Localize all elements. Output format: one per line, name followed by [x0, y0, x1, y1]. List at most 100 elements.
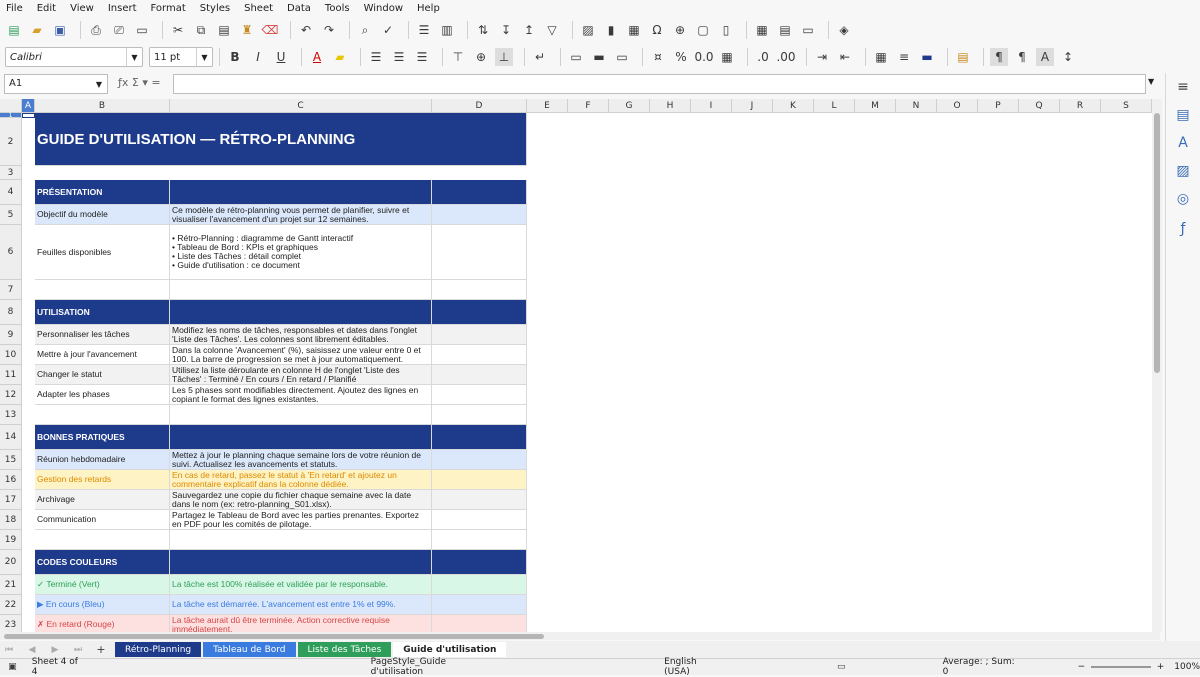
row-header-15[interactable]: 15 [0, 450, 22, 470]
col-header-p[interactable]: P [978, 99, 1019, 113]
col-header-h[interactable]: H [650, 99, 691, 113]
font-name-box[interactable]: Calibri ▼ [5, 47, 143, 67]
selection-mode-icon[interactable]: ▭ [833, 658, 850, 676]
sort-icon[interactable]: ⇅ [474, 21, 492, 39]
border-color-icon[interactable]: ▬ [918, 48, 936, 66]
conditional-format-icon[interactable]: ▤ [954, 48, 972, 66]
row-header-9[interactable]: 9 [0, 325, 22, 345]
section-header-fill[interactable] [432, 550, 527, 575]
align-left-icon[interactable]: ☰ [367, 48, 385, 66]
menu-view[interactable]: View [70, 3, 94, 14]
zoom-in-button[interactable]: + [1157, 662, 1165, 672]
cell-d18[interactable] [432, 510, 527, 530]
spelling-icon[interactable]: ✓ [379, 21, 397, 39]
cell-d17[interactable] [432, 490, 527, 510]
paste-icon[interactable]: ▤ [215, 21, 233, 39]
menu-help[interactable]: Help [417, 3, 440, 14]
hyperlink-icon[interactable]: ⊕ [671, 21, 689, 39]
function-wizard-icon[interactable]: ƒx Σ ▾ = [118, 76, 161, 89]
bold-icon[interactable]: B [226, 48, 244, 66]
font-color-icon[interactable]: A [308, 48, 326, 66]
cell-b16[interactable]: Gestion des retards [35, 470, 170, 490]
cut-icon[interactable]: ✂ [169, 21, 187, 39]
cell-b22[interactable]: ▶ En cours (Bleu) [35, 595, 170, 615]
col-header-d[interactable]: D [432, 99, 527, 113]
cell-b13[interactable] [35, 405, 170, 425]
redo-icon[interactable]: ↷ [320, 21, 338, 39]
cell-d15[interactable] [432, 450, 527, 470]
menu-sheet[interactable]: Sheet [244, 3, 273, 14]
date-format-icon[interactable]: ▦ [718, 48, 736, 66]
border-style-icon[interactable]: ≡ [895, 48, 913, 66]
section-header-codes-couleurs[interactable]: CODES COULEURS [35, 550, 170, 575]
show-draw-functions-icon[interactable]: ◈ [835, 21, 853, 39]
find-replace-icon[interactable]: ⌕ [356, 21, 374, 39]
undo-icon[interactable]: ↶ [297, 21, 315, 39]
col-header-a[interactable]: A [22, 99, 35, 113]
zoom-slider[interactable] [1091, 666, 1151, 668]
row-header-21[interactable]: 21 [0, 575, 22, 595]
align-center-icon[interactable]: ☰ [390, 48, 408, 66]
cell-d11[interactable] [432, 365, 527, 385]
menu-edit[interactable]: Edit [37, 3, 56, 14]
menu-format[interactable]: Format [151, 3, 186, 14]
cell-b12[interactable]: Adapter les phases [35, 385, 170, 405]
cell-c19[interactable] [170, 530, 432, 550]
navigator-icon[interactable]: ◎ [1174, 191, 1192, 209]
font-size-box[interactable]: 11 pt ▼ [149, 47, 213, 67]
text-direction-vertical-icon[interactable]: ↕ [1059, 48, 1077, 66]
sort-descending-icon[interactable]: ↥ [520, 21, 538, 39]
menu-window[interactable]: Window [364, 3, 403, 14]
header-footer-icon[interactable]: ▯ [717, 21, 735, 39]
number-format-icon[interactable]: 0.0 [694, 48, 713, 66]
menu-file[interactable]: File [6, 3, 23, 14]
cell-c6[interactable]: • Rétro-Planning : diagramme de Gantt in… [170, 225, 432, 280]
col-header-j[interactable]: J [732, 99, 773, 113]
cell-d22[interactable] [432, 595, 527, 615]
align-right-icon[interactable]: ☰ [413, 48, 431, 66]
cell-b18[interactable]: Communication [35, 510, 170, 530]
cell-c17[interactable]: Sauvegardez une copie du fichier chaque … [170, 490, 432, 510]
row-header-3[interactable]: 3 [0, 166, 22, 180]
section-header-fill[interactable] [170, 180, 432, 205]
sort-ascending-icon[interactable]: ↧ [497, 21, 515, 39]
col-header-f[interactable]: F [568, 99, 609, 113]
formula-input[interactable] [173, 74, 1146, 94]
delete-decimal-icon[interactable]: .00 [776, 48, 795, 66]
row-header-17[interactable]: 17 [0, 490, 22, 510]
save-icon[interactable]: ▣ [51, 21, 69, 39]
cell-d10[interactable] [432, 345, 527, 365]
cell-c9[interactable]: Modifiez les noms de tâches, responsable… [170, 325, 432, 345]
row-header-6[interactable]: 6 [0, 225, 22, 280]
cell-d6[interactable] [432, 225, 527, 280]
row-header-12[interactable]: 12 [0, 385, 22, 405]
section-header-fill[interactable] [432, 300, 527, 325]
cell-b6[interactable]: Feuilles disponibles [35, 225, 170, 280]
functions-icon[interactable]: ƒ [1174, 221, 1192, 239]
align-middle-icon[interactable]: ⊕ [472, 48, 490, 66]
section-header-presentation[interactable]: PRÉSENTATION [35, 180, 170, 205]
cell-b23[interactable]: ✗ En retard (Rouge) [35, 615, 170, 632]
row-icon[interactable]: ☰ [415, 21, 433, 39]
wrap-text-icon[interactable]: ↵ [531, 48, 549, 66]
row-header-13[interactable]: 13 [0, 405, 22, 425]
tab-tableau-de-bord[interactable]: Tableau de Bord [203, 642, 296, 657]
cell-d19[interactable] [432, 530, 527, 550]
cell-c13[interactable] [170, 405, 432, 425]
col-header-g[interactable]: G [609, 99, 650, 113]
underline-icon[interactable]: U [272, 48, 290, 66]
merge-cells-icon[interactable]: ▭ [567, 48, 585, 66]
chevron-down-icon[interactable]: ▼ [196, 48, 212, 66]
row-header-11[interactable]: 11 [0, 365, 22, 385]
rtl-icon[interactable]: ¶ [1013, 48, 1031, 66]
menu-styles[interactable]: Styles [200, 3, 230, 14]
special-character-icon[interactable]: Ω [648, 21, 666, 39]
row-header-10[interactable]: 10 [0, 345, 22, 365]
cell-c7[interactable] [170, 280, 432, 300]
cell-d23[interactable] [432, 615, 527, 632]
cell-d13[interactable] [432, 405, 527, 425]
cell-b11[interactable]: Changer le statut [35, 365, 170, 385]
copy-icon[interactable]: ⧉ [192, 21, 210, 39]
clone-formatting-icon[interactable]: ♜ [238, 21, 256, 39]
col-header-q[interactable]: Q [1019, 99, 1060, 113]
